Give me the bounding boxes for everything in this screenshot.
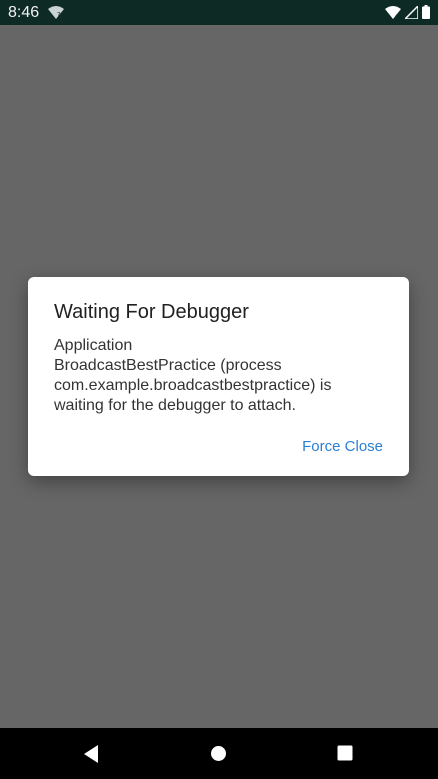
debugger-dialog: Waiting For Debugger Application Broadca… [28, 277, 409, 476]
dialog-message-line: waiting for the debugger to attach. [54, 397, 296, 414]
back-icon[interactable] [82, 744, 100, 764]
navigation-bar [0, 728, 438, 779]
wifi-unknown-icon: ? [48, 6, 64, 19]
dialog-message: Application BroadcastBestPractice (proce… [54, 336, 384, 416]
battery-icon [422, 5, 430, 24]
status-icons [385, 3, 430, 24]
screen: 8:46 ? Waiting For Debugger Application … [0, 0, 438, 779]
force-close-button[interactable]: Force Close [302, 437, 383, 457]
status-bar: 8:46 ? [0, 0, 438, 25]
dialog-message-line: com.example.broadcastbestpractice) is [54, 377, 332, 394]
svg-text:?: ? [57, 11, 61, 19]
recents-icon[interactable] [337, 745, 353, 761]
dialog-title: Waiting For Debugger [54, 301, 249, 323]
wifi-icon [385, 5, 401, 24]
dialog-message-line: Application [54, 337, 133, 354]
signal-icon [403, 3, 419, 24]
status-time: 8:46 [8, 4, 40, 21]
home-icon[interactable] [210, 745, 227, 762]
dialog-message-line: BroadcastBestPractice (process [54, 357, 282, 374]
